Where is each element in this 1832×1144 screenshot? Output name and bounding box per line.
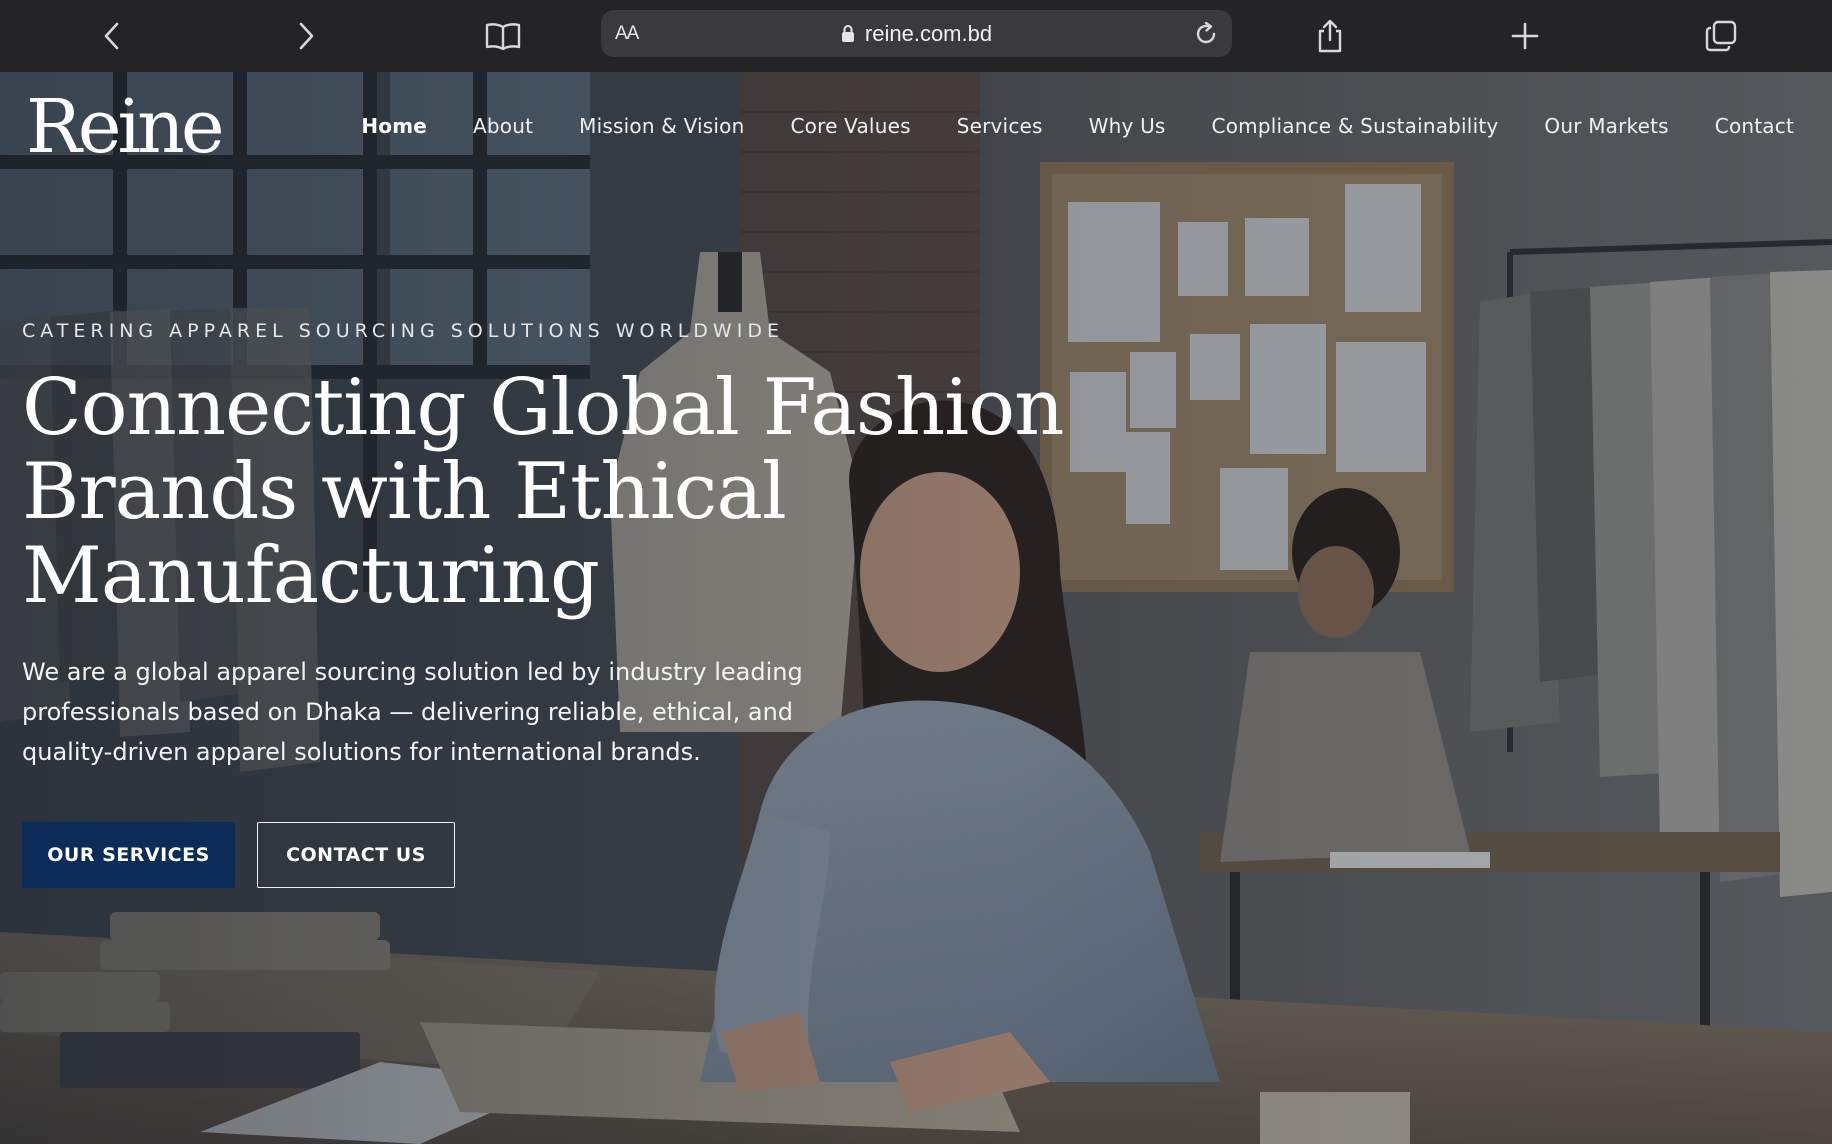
- hero-eyebrow: CATERING APPAREL SOURCING SOLUTIONS WORL…: [22, 320, 784, 342]
- bookmarks-button[interactable]: [479, 12, 527, 60]
- share-button[interactable]: [1306, 12, 1354, 60]
- lock-icon: [841, 25, 854, 42]
- chevron-right-icon: [299, 22, 314, 50]
- url-display: reine.com.bd: [601, 10, 1232, 57]
- reload-button[interactable]: [1190, 18, 1222, 50]
- hero-description: We are a global apparel sourcing solutio…: [22, 658, 803, 766]
- nav-about[interactable]: About: [473, 114, 533, 138]
- hero-headline-line-1: Connecting Global Fashion: [22, 363, 1064, 453]
- site-logo[interactable]: Reine: [26, 90, 225, 164]
- tabs-icon: [1705, 20, 1737, 52]
- address-bar[interactable]: AA reine.com.bd: [601, 10, 1232, 57]
- nav-mission-vision[interactable]: Mission & Vision: [579, 114, 744, 138]
- contact-us-button[interactable]: CONTACT US: [257, 822, 455, 888]
- nav-compliance-sustainability[interactable]: Compliance & Sustainability: [1212, 114, 1499, 138]
- browser-toolbar: AA reine.com.bd: [0, 0, 1832, 72]
- site-header: Reine Home About Mission & Vision Core V…: [0, 72, 1832, 182]
- hero-headline-line-2: Brands with Ethical: [22, 447, 787, 537]
- url-text: reine.com.bd: [864, 20, 993, 46]
- nav-our-markets[interactable]: Our Markets: [1544, 114, 1668, 138]
- plus-icon: [1511, 22, 1539, 50]
- forward-button[interactable]: [282, 12, 330, 60]
- hero-headline: Connecting Global Fashion Brands with Et…: [22, 366, 1082, 618]
- nav-core-values[interactable]: Core Values: [791, 114, 911, 138]
- nav-why-us[interactable]: Why Us: [1089, 114, 1166, 138]
- tabs-overview-button[interactable]: [1697, 12, 1745, 60]
- nav-services[interactable]: Services: [957, 114, 1043, 138]
- hero-headline-line-3: Manufacturing: [22, 531, 600, 621]
- back-button[interactable]: [88, 12, 136, 60]
- nav-contact[interactable]: Contact: [1715, 114, 1794, 138]
- webpage: Reine Home About Mission & Vision Core V…: [0, 72, 1832, 1144]
- hero-section: CATERING APPAREL SOURCING SOLUTIONS WORL…: [22, 320, 1082, 888]
- hero-cta-group: OUR SERVICES CONTACT US: [22, 822, 1082, 888]
- chevron-left-icon: [104, 22, 119, 50]
- new-tab-button[interactable]: [1501, 12, 1549, 60]
- reload-icon: [1196, 21, 1216, 44]
- our-services-button[interactable]: OUR SERVICES: [22, 822, 235, 888]
- book-icon: [485, 23, 521, 51]
- main-navigation: Home About Mission & Vision Core Values …: [361, 114, 1794, 138]
- nav-home[interactable]: Home: [361, 114, 427, 138]
- share-icon: [1318, 19, 1342, 53]
